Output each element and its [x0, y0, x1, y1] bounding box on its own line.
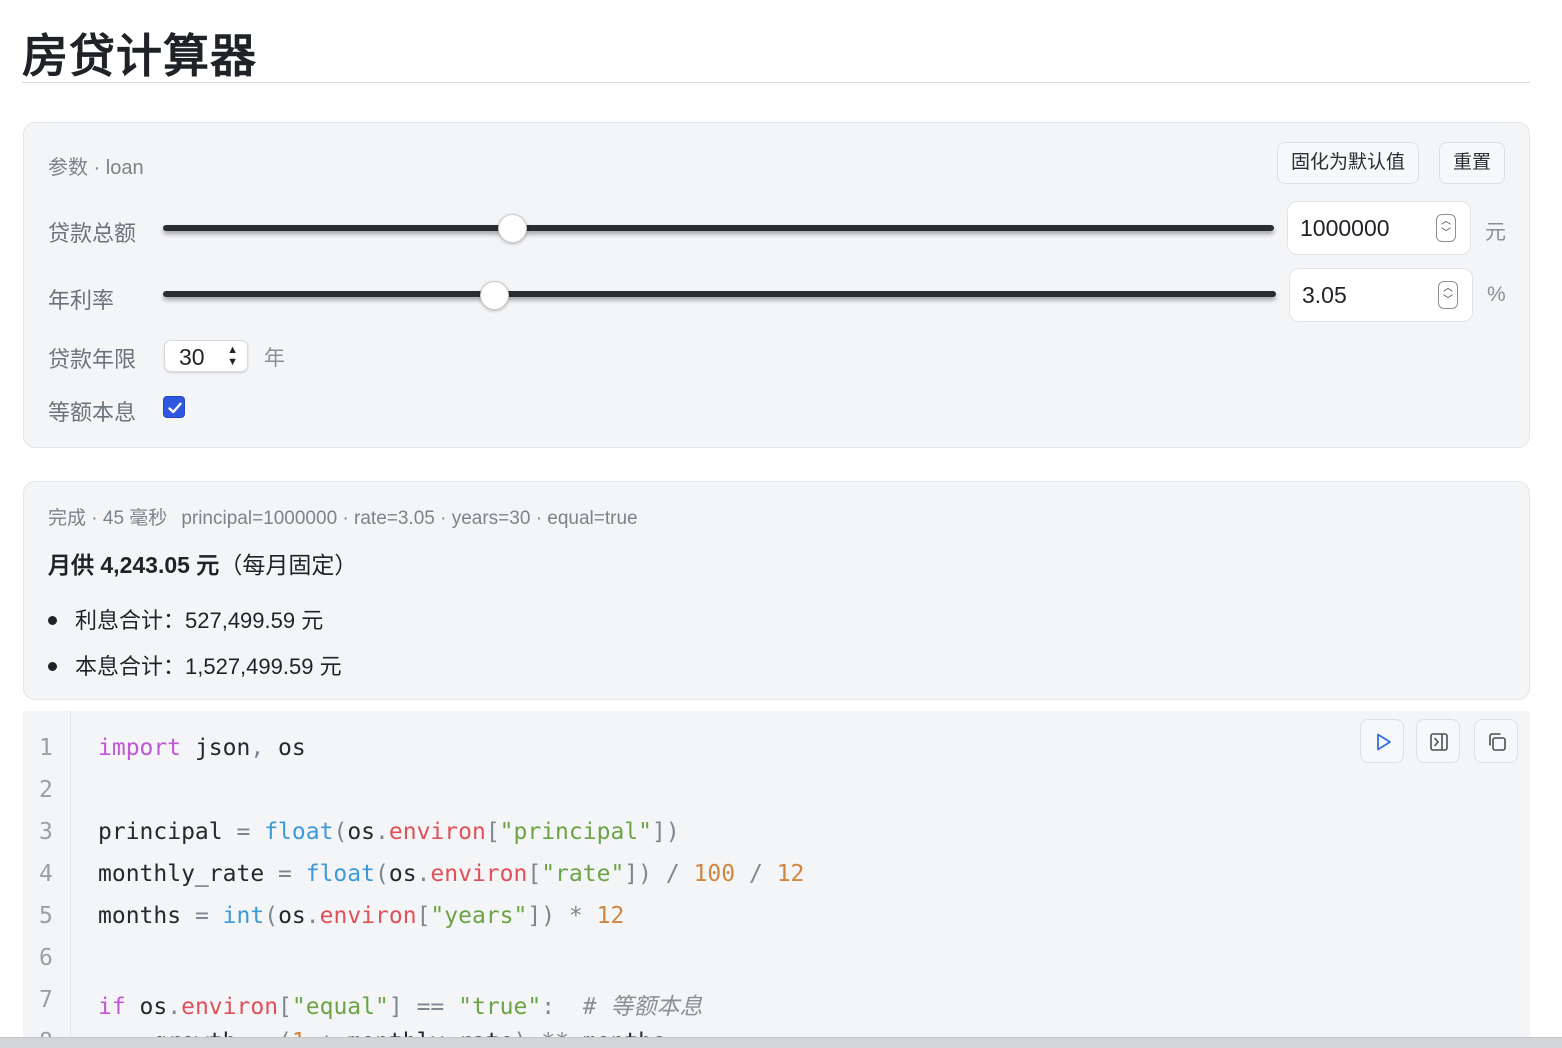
- code-line: principal = float(os.environ["principal"…: [98, 819, 680, 845]
- run-status: 完成 · 45 毫秒 principal=1000000 · rate=3.05 …: [48, 503, 638, 530]
- code-line: if os.environ["equal"] == "true": # 等额本息: [98, 994, 703, 1020]
- principal-label: 贷款总额: [48, 221, 137, 246]
- rate-slider-track[interactable]: [163, 291, 1276, 297]
- list-item: 本息合计：1,527,499.59 元: [48, 649, 342, 681]
- code-line: monthly_rate = float(os.environ["rate"])…: [98, 861, 805, 887]
- toggle-panel-button[interactable]: [1416, 719, 1460, 763]
- principal-slider-track[interactable]: [163, 225, 1274, 231]
- bullet-icon: [48, 662, 57, 671]
- bullet-icon: [48, 616, 57, 625]
- stepper-down-icon[interactable]: ﹀: [1437, 228, 1455, 240]
- copy-icon: [1489, 733, 1506, 751]
- params-caption: 参数 · loan: [48, 157, 144, 179]
- line-number: 5: [39, 903, 53, 929]
- equal-checkbox[interactable]: [163, 396, 185, 418]
- rate-slider-thumb[interactable]: [480, 281, 509, 310]
- rate-unit: %: [1487, 283, 1506, 306]
- stepper-up-icon[interactable]: ︿: [1439, 283, 1457, 295]
- result-panel: 完成 · 45 毫秒 principal=1000000 · rate=3.05 …: [23, 481, 1530, 700]
- check-icon: [168, 402, 182, 414]
- principal-input[interactable]: 1000000 ︿ ﹀: [1287, 201, 1471, 255]
- years-label: 贷款年限: [48, 347, 137, 372]
- principal-stepper[interactable]: ︿ ﹀: [1436, 214, 1456, 242]
- title-divider: [22, 82, 1530, 83]
- monthly-payment: 月供 4,243.05 元（每月固定）: [48, 546, 357, 580]
- rate-input[interactable]: 3.05 ︿ ﹀: [1289, 268, 1473, 322]
- side-panel-icon: [1430, 733, 1448, 751]
- select-arrows-icon: ▲ ▼: [227, 344, 238, 368]
- monthly-payment-amount: 月供 4,243.05 元: [48, 552, 220, 578]
- code-editor[interactable]: 1 2 3 4 5 6 7 8 import json, os principa…: [23, 711, 1530, 1048]
- line-number: 7: [39, 987, 53, 1013]
- years-unit: 年: [264, 347, 285, 370]
- principal-unit: 元: [1485, 221, 1506, 244]
- principal-value: 1000000: [1300, 215, 1390, 241]
- run-args: principal=1000000 · rate=3.05 · years=30…: [181, 508, 638, 529]
- copy-button[interactable]: [1474, 719, 1518, 763]
- principal-slider-thumb[interactable]: [498, 214, 527, 243]
- years-value: 30: [179, 344, 205, 370]
- reset-button[interactable]: 重置: [1439, 142, 1506, 184]
- pin-defaults-button[interactable]: 固化为默认值: [1277, 142, 1420, 184]
- line-number: 3: [39, 819, 53, 845]
- grand-total: 本息合计：1,527,499.59 元: [75, 654, 342, 679]
- monthly-payment-note: （每月固定）: [219, 552, 358, 578]
- code-line: import json, os: [98, 735, 306, 761]
- list-item: 利息合计：527,499.59 元: [48, 603, 323, 635]
- equal-label: 等额本息: [48, 400, 137, 425]
- run-icon: [1377, 733, 1391, 751]
- code-line: months = int(os.environ["years"]) * 12: [98, 903, 625, 929]
- stepper-down-icon[interactable]: ﹀: [1439, 295, 1457, 307]
- rate-value: 3.05: [1302, 282, 1347, 308]
- years-select[interactable]: 30 ▲ ▼: [164, 340, 248, 372]
- page-title: 房贷计算器: [22, 30, 257, 82]
- rate-label: 年利率: [48, 288, 115, 313]
- line-number: 1: [39, 735, 53, 761]
- horizontal-scrollbar[interactable]: [0, 1037, 1562, 1048]
- params-panel: 参数 · loan 固化为默认值 重置 贷款总额 1000000 ︿ ﹀ 元 年…: [23, 122, 1530, 448]
- interest-total: 利息合计：527,499.59 元: [75, 608, 324, 633]
- run-button[interactable]: [1360, 719, 1404, 763]
- run-time: 完成 · 45 毫秒: [48, 508, 168, 529]
- line-number: 4: [39, 861, 53, 887]
- line-number: 2: [39, 777, 53, 803]
- rate-stepper[interactable]: ︿ ﹀: [1438, 281, 1458, 309]
- line-number: 6: [39, 945, 53, 971]
- stepper-up-icon[interactable]: ︿: [1437, 216, 1455, 228]
